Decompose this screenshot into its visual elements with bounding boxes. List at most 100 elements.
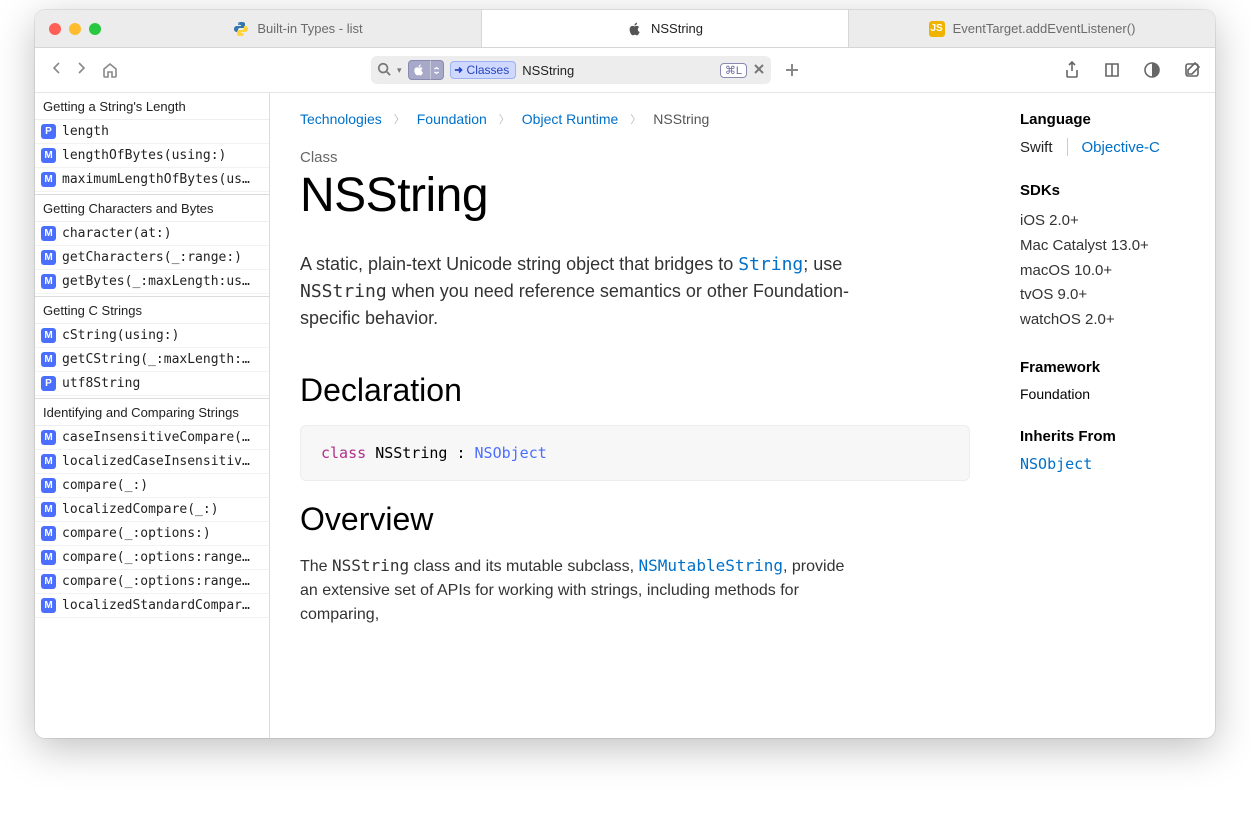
chevron-right-icon: 〉 (394, 111, 405, 127)
titlebar: Built-in Types - list NSString JS EventT… (35, 10, 1215, 48)
sdk-item: tvOS 9.0+ (1020, 283, 1195, 308)
sidebar-item[interactable]: McaseInsensitiveCompare(… (35, 426, 269, 450)
lang-objc[interactable]: Objective-C (1082, 139, 1160, 156)
back-button[interactable] (49, 60, 65, 81)
property-badge-icon: P (41, 124, 56, 139)
sidebar-item[interactable]: MlocalizedStandardCompar… (35, 594, 269, 618)
minimize-window-button[interactable] (69, 23, 81, 35)
breadcrumb-link[interactable]: Foundation (417, 111, 487, 127)
breadcrumb-link[interactable]: Technologies (300, 111, 382, 127)
method-badge-icon: M (41, 328, 56, 343)
doc-scroll[interactable]: Technologies 〉 Foundation 〉 Object Runti… (270, 93, 1215, 738)
doc-aside: Language Swift Objective-C SDKs iOS 2.0+… (1000, 93, 1215, 738)
breadcrumbs: Technologies 〉 Foundation 〉 Object Runti… (300, 111, 970, 127)
filter-chip-label: Classes (467, 63, 510, 77)
apple-icon (627, 21, 643, 37)
forward-button[interactable] (73, 60, 89, 81)
method-badge-icon: M (41, 352, 56, 367)
window-controls (35, 10, 115, 47)
toolbar-right (1063, 61, 1201, 79)
sidebar-item-label: maximumLengthOfBytes(us… (62, 172, 250, 187)
close-window-button[interactable] (49, 23, 61, 35)
sidebar-item[interactable]: Mcompare(_:options:range… (35, 570, 269, 594)
docset-dropdown-icon (430, 60, 444, 80)
sidebar-item[interactable]: McString(using:) (35, 324, 269, 348)
language-switch: Swift Objective-C (1020, 138, 1195, 156)
apple-docset-icon (408, 60, 430, 80)
sidebar-item[interactable]: Mcompare(_:) (35, 474, 269, 498)
tab-python-docs[interactable]: Built-in Types - list (115, 10, 482, 47)
sidebar-item-label: getCharacters(_:range:) (62, 250, 242, 265)
method-badge-icon: M (41, 148, 56, 163)
aside-inherits-heading: Inherits From (1020, 428, 1195, 445)
method-badge-icon: M (41, 250, 56, 265)
sidebar-item[interactable]: MgetBytes(_:maxLength:us… (35, 270, 269, 294)
sidebar-item-label: localizedCompare(_:) (62, 502, 219, 517)
lang-swift[interactable]: Swift (1020, 139, 1053, 156)
inherits-link[interactable]: NSObject (1020, 455, 1092, 473)
section-overview: Overview (300, 501, 970, 538)
method-badge-icon: M (41, 478, 56, 493)
sidebar-item[interactable]: Mcompare(_:options:) (35, 522, 269, 546)
addressbar-text: NSString (522, 63, 574, 78)
clear-search-button[interactable] (753, 63, 765, 78)
appearance-icon[interactable] (1143, 61, 1161, 79)
content-area: Getting a String's LengthPlengthMlengthO… (35, 93, 1215, 738)
tab-label: NSString (651, 21, 703, 36)
method-badge-icon: M (41, 274, 56, 289)
sidebar-item[interactable]: MgetCString(_:maxLength:… (35, 348, 269, 372)
aside-sdks-heading: SDKs (1020, 182, 1195, 199)
sidebar-item[interactable]: Putf8String (35, 372, 269, 396)
toolbar: ▾ Classes NSString ⌘L (35, 48, 1215, 93)
home-button[interactable] (101, 61, 119, 79)
sidebar-item[interactable]: Mcompare(_:options:range… (35, 546, 269, 570)
addressbar-container: ▾ Classes NSString ⌘L (131, 56, 1039, 84)
zoom-window-button[interactable] (89, 23, 101, 35)
sidebar-item[interactable]: MlengthOfBytes(using:) (35, 144, 269, 168)
tab-nsstring[interactable]: NSString (482, 10, 849, 47)
tab-mdn-eventtarget[interactable]: JS EventTarget.addEventListener() (849, 10, 1215, 47)
sidebar-item[interactable]: MlocalizedCompare(_:) (35, 498, 269, 522)
sidebar-item-label: getBytes(_:maxLength:us… (62, 274, 250, 289)
sidebar-item-label: compare(_:options:range… (62, 574, 250, 589)
sidebar-item[interactable]: Plength (35, 120, 269, 144)
sdk-item: watchOS 2.0+ (1020, 308, 1195, 333)
docset-chip[interactable] (408, 60, 444, 80)
chevron-right-icon: 〉 (630, 111, 641, 127)
bookmarks-icon[interactable] (1103, 61, 1121, 79)
sidebar-item[interactable]: MlocalizedCaseInsensitiv… (35, 450, 269, 474)
framework-name: Foundation (1020, 386, 1195, 402)
js-icon: JS (929, 21, 945, 37)
link-string[interactable]: String (738, 254, 803, 275)
sidebar-item[interactable]: Mcharacter(at:) (35, 222, 269, 246)
doc-main: Technologies 〉 Foundation 〉 Object Runti… (270, 93, 1000, 738)
filter-chip-classes[interactable]: Classes (450, 61, 517, 79)
section-declaration: Declaration (300, 372, 970, 409)
breadcrumb-link[interactable]: Object Runtime (522, 111, 618, 127)
link-nsmutablestring[interactable]: NSMutableString (639, 556, 784, 575)
aside-language-heading: Language (1020, 111, 1195, 128)
sidebar-item[interactable]: MgetCharacters(_:range:) (35, 246, 269, 270)
separator (1067, 138, 1068, 156)
declaration-code: class NSString : NSObject (300, 425, 970, 481)
python-icon (233, 21, 249, 37)
nav-arrows (49, 60, 89, 81)
method-badge-icon: M (41, 598, 56, 613)
compose-icon[interactable] (1183, 61, 1201, 79)
search-icon (377, 62, 391, 79)
link-nsobject[interactable]: NSObject (475, 444, 547, 462)
sdk-list: iOS 2.0+Mac Catalyst 13.0+macOS 10.0+tvO… (1020, 209, 1195, 333)
sidebar-item[interactable]: MmaximumLengthOfBytes(us… (35, 168, 269, 192)
tab-label: EventTarget.addEventListener() (953, 21, 1136, 36)
share-icon[interactable] (1063, 61, 1081, 79)
sidebar-group-title: Getting C Strings (35, 296, 269, 324)
new-tab-button[interactable] (785, 56, 799, 84)
sidebar[interactable]: Getting a String's LengthPlengthMlengthO… (35, 93, 270, 738)
method-badge-icon: M (41, 502, 56, 517)
sidebar-item-label: utf8String (62, 376, 140, 391)
addressbar[interactable]: ▾ Classes NSString ⌘L (371, 56, 771, 84)
sdk-item: iOS 2.0+ (1020, 209, 1195, 234)
sidebar-item-label: localizedStandardCompar… (62, 598, 250, 613)
overview-text: The NSString class and its mutable subcl… (300, 554, 860, 627)
method-badge-icon: M (41, 550, 56, 565)
